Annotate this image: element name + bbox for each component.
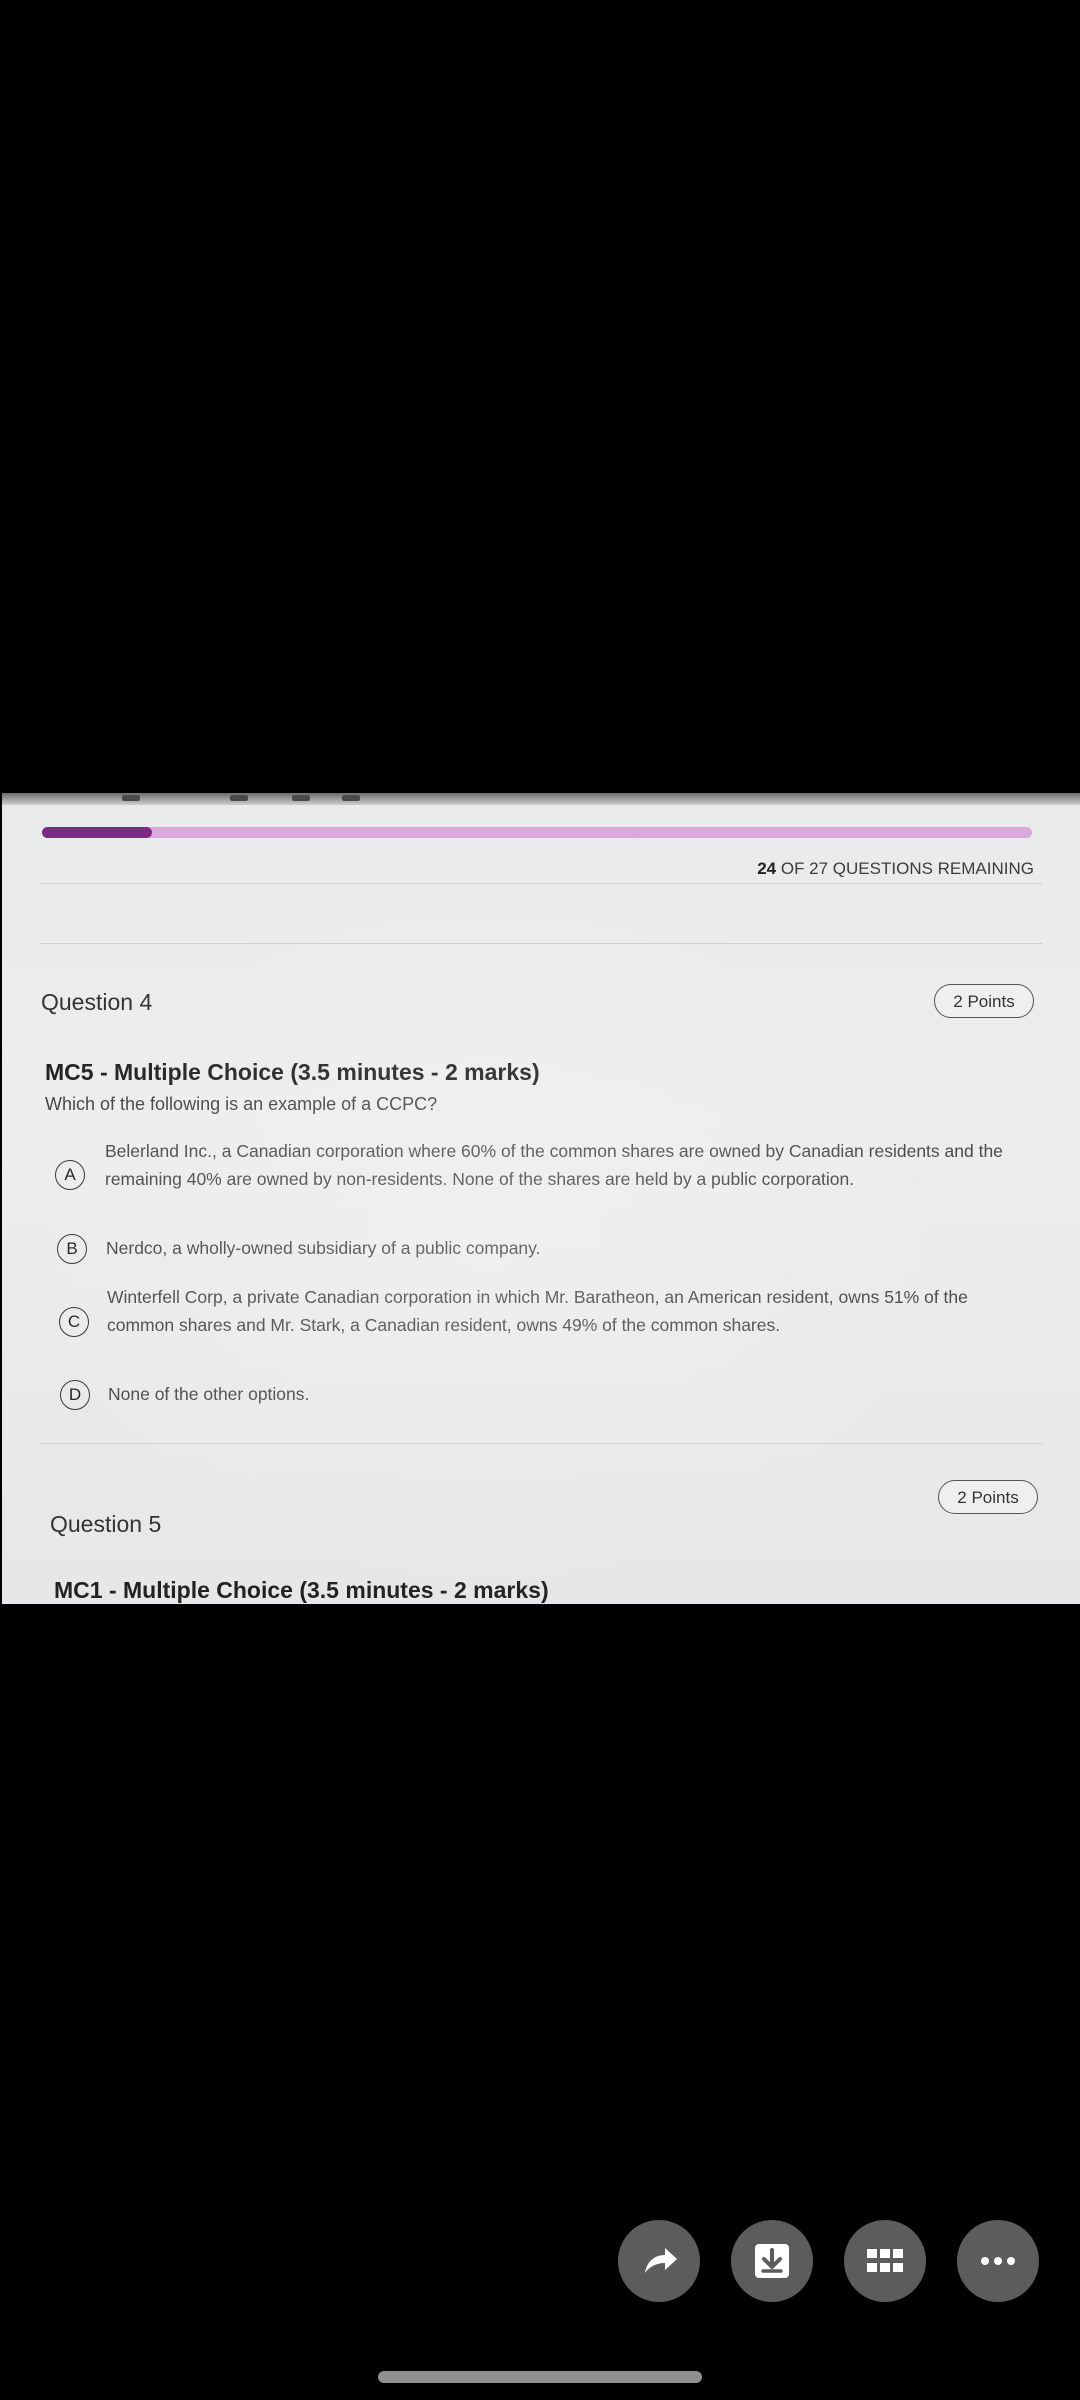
question-4-prompt: Which of the following is an example of … <box>45 1094 438 1114</box>
divider <box>40 943 1042 944</box>
screen-top-edge <box>2 793 1080 805</box>
screen-glare <box>2 793 1080 1604</box>
option-c-radio[interactable]: C <box>59 1307 89 1337</box>
question-4-label: Question 4 <box>41 989 153 1015</box>
questions-remaining: 24 OF 27 QUESTIONS REMAINING <box>757 859 1034 879</box>
option-c-text[interactable]: Winterfell Corp, a private Canadian corp… <box>107 1283 1037 1339</box>
progress-bar-fill <box>42 827 152 838</box>
grid-icon <box>867 2249 903 2272</box>
share-button[interactable] <box>618 2220 700 2302</box>
more-icon <box>981 2257 1015 2265</box>
download-icon <box>755 2244 789 2278</box>
progress-bar <box>42 827 1032 838</box>
question-5-label: Question 5 <box>50 1511 162 1537</box>
question-5-heading: MC1 - Multiple Choice (3.5 minutes - 2 m… <box>54 1577 549 1603</box>
home-indicator[interactable] <box>378 2371 702 2383</box>
option-a-text[interactable]: Belerland Inc., a Canadian corporation w… <box>105 1137 1035 1193</box>
question-4-points-badge: 2 Points <box>934 984 1034 1018</box>
option-d-text[interactable]: None of the other options. <box>108 1380 1038 1408</box>
option-b-radio[interactable]: B <box>57 1234 87 1264</box>
share-icon <box>645 2248 677 2273</box>
option-a-radio[interactable]: A <box>55 1160 85 1190</box>
option-d-radio[interactable]: D <box>60 1380 90 1410</box>
more-button[interactable] <box>957 2220 1039 2302</box>
divider <box>40 1443 1042 1444</box>
option-b-text[interactable]: Nerdco, a wholly-owned subsidiary of a p… <box>106 1234 1036 1262</box>
photo-of-screen: 24 OF 27 QUESTIONS REMAINING Question 4 … <box>2 793 1080 1604</box>
remaining-count: 24 <box>757 859 777 878</box>
divider <box>40 883 1042 884</box>
question-4-heading: MC5 - Multiple Choice (3.5 minutes - 2 m… <box>45 1059 540 1085</box>
question-5-points-badge: 2 Points <box>938 1480 1038 1514</box>
remaining-suffix: OF 27 QUESTIONS REMAINING <box>776 859 1034 878</box>
download-button[interactable] <box>731 2220 813 2302</box>
grid-button[interactable] <box>844 2220 926 2302</box>
